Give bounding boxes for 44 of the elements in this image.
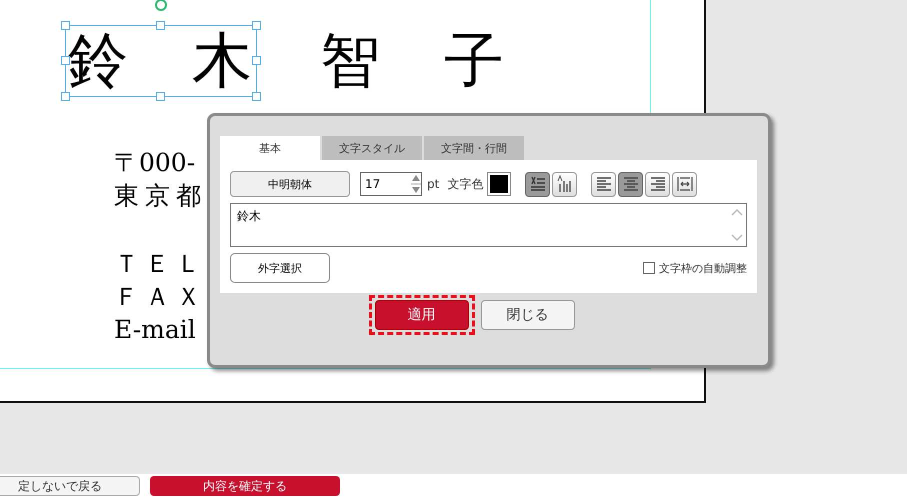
address-line: 〒000- [114,148,196,177]
align-left-button[interactable] [591,172,616,196]
tab[interactable]: 文字間・行間 [424,136,524,160]
text-field[interactable]: 鈴木 [230,203,747,247]
resize-handle[interactable] [61,21,70,30]
resize-handle[interactable] [156,21,165,30]
horizontal-text-button[interactable] [525,172,550,196]
tab[interactable]: 文字スタイル [322,136,422,160]
gaiji-button[interactable]: 外字選択 [230,253,330,283]
align-justify-button[interactable] [672,172,698,196]
confirm-button[interactable]: 内容を確定する [150,476,340,496]
resize-handle[interactable] [252,92,261,101]
checkbox-label: 文字枠の自動調整 [659,260,747,276]
address-line: E-mail [114,315,196,344]
horizontal-text-icon [528,175,547,193]
vertical-text-icon [556,175,574,193]
font-button[interactable]: 中明朝体 [230,171,350,197]
address-line: ＴＥＬ [114,249,207,278]
checkbox[interactable] [643,262,655,274]
color-swatch[interactable] [487,172,512,196]
align-left-icon [594,175,613,193]
tab[interactable]: 基本 [220,136,320,160]
apply-button[interactable]: 適用 [374,300,468,330]
resize-handle[interactable] [61,56,70,65]
color-label: 文字色 [447,176,484,192]
align-justify-icon [676,175,694,193]
address-line: ＦＡＸ [114,282,207,311]
close-button[interactable]: 閉じる [480,300,574,330]
resize-handle[interactable] [252,56,261,65]
resize-handle[interactable] [252,21,261,30]
rotate-handle[interactable] [155,0,167,11]
name-text[interactable]: 智 子 [320,26,506,96]
align-center-button[interactable] [618,172,644,196]
back-button[interactable]: 定しないで戻る [0,476,140,496]
vertical-text-button[interactable] [552,172,578,196]
resize-handle[interactable] [156,92,165,101]
unit-label: pt [427,177,440,191]
align-right-icon [648,175,667,193]
size-field[interactable]: 17 [360,172,422,196]
resize-handle[interactable] [61,92,70,101]
name-text[interactable]: 鈴 木 [68,26,254,96]
align-right-button[interactable] [645,172,670,196]
address-line: 東京都 [114,181,207,210]
align-center-icon [622,175,640,193]
